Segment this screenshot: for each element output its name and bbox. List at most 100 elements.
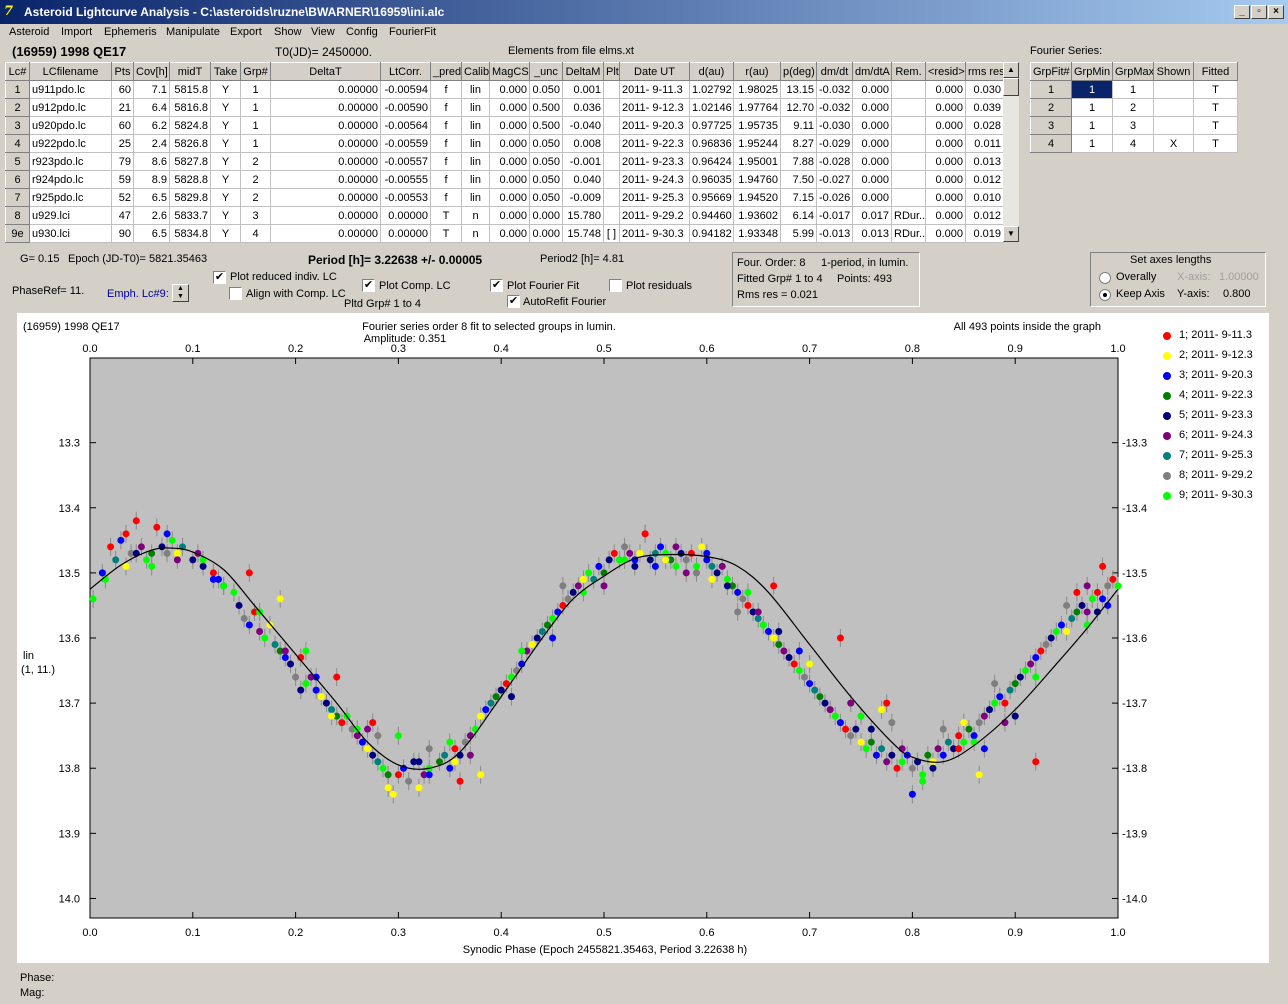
lc-cell[interactable]: lin <box>461 152 490 171</box>
align-checkbox[interactable] <box>229 287 242 300</box>
lc-table-row[interactable]: 4 u922pdo.lc 25 2.4 5826.8 Y 1 0.00000 -0.00559 f… <box>5 134 1004 153</box>
lc-cell[interactable]: Y <box>210 188 241 207</box>
lc-cell[interactable]: u930.lci <box>29 224 112 243</box>
lc-cell[interactable]: 1.95001 <box>733 152 781 171</box>
lc-cell[interactable]: 1.93602 <box>733 206 781 225</box>
lc-cell[interactable]: 0.050 <box>529 152 563 171</box>
lc-cell[interactable] <box>891 170 926 189</box>
menu-show[interactable]: Show <box>274 26 302 38</box>
lc-cell[interactable]: 0.050 <box>529 188 563 207</box>
lc-cell[interactable]: 0.00000 <box>380 206 431 225</box>
lc-col-header[interactable]: Pts <box>111 62 134 81</box>
lc-col-header[interactable]: Plt <box>603 62 620 81</box>
lc-cell[interactable]: Y <box>210 152 241 171</box>
lc-cell[interactable]: 0.00000 <box>270 170 381 189</box>
lc-cell[interactable]: 2.4 <box>133 134 170 153</box>
menu-config[interactable]: Config <box>346 26 378 38</box>
lc-table-row[interactable]: 2 u912pdo.lc 21 6.4 5816.8 Y 1 0.00000 -0.00590 f… <box>5 98 1004 117</box>
lc-row-header[interactable]: 4 <box>5 134 30 153</box>
lc-cell[interactable]: 2 <box>240 152 271 171</box>
lc-cell[interactable]: Y <box>210 134 241 153</box>
lc-cell[interactable]: 0.00000 <box>270 188 381 207</box>
lc-cell[interactable]: f <box>430 80 462 99</box>
lc-cell[interactable]: 0.96035 <box>689 170 734 189</box>
lc-cell[interactable] <box>603 206 620 225</box>
lc-col-header[interactable]: MagCS <box>489 62 530 81</box>
lc-cell[interactable]: 2011- 9-11.3 <box>619 80 690 99</box>
lc-col-header[interactable]: dm/dt <box>816 62 853 81</box>
lc-cell[interactable] <box>603 116 620 135</box>
lc-cell[interactable]: f <box>430 98 462 117</box>
lc-cell[interactable]: 0.008 <box>562 134 604 153</box>
lc-cell[interactable]: 0.000 <box>489 116 530 135</box>
lc-cell[interactable]: T <box>430 206 462 225</box>
lc-cell[interactable]: 0.95669 <box>689 188 734 207</box>
lc-cell[interactable] <box>891 134 926 153</box>
lc-cell[interactable]: 2011- 9-20.3 <box>619 116 690 135</box>
lc-cell[interactable]: 0.000 <box>489 206 530 225</box>
lc-cell[interactable]: 0.000 <box>489 80 530 99</box>
fs-row-header[interactable]: 2 <box>1030 98 1072 117</box>
lc-cell[interactable]: 0.030 <box>965 80 1004 99</box>
lc-cell[interactable]: 25 <box>111 134 134 153</box>
lc-cell[interactable]: 2 <box>240 170 271 189</box>
lc-cell[interactable]: 0.017 <box>852 206 892 225</box>
lc-table-row[interactable]: 1 u911pdo.lc 60 7.1 5815.8 Y 1 0.00000 -0.00594 f… <box>5 80 1004 99</box>
lc-cell[interactable]: 0.97725 <box>689 116 734 135</box>
lc-table-row[interactable]: 5 r923pdo.lc 79 8.6 5827.8 Y 2 0.00000 -0.00557 f… <box>5 152 1004 171</box>
lc-cell[interactable]: 13.15 <box>780 80 817 99</box>
fs-col-header[interactable]: GrpFit# <box>1030 62 1072 81</box>
lc-col-header[interactable]: LtCorr. <box>380 62 431 81</box>
lc-cell[interactable]: 2011- 9-24.3 <box>619 170 690 189</box>
lc-cell[interactable]: 0.00000 <box>380 224 431 243</box>
lc-cell[interactable]: 1 <box>240 134 271 153</box>
lc-table-row[interactable]: 8 u929.lci 47 2.6 5833.7 Y 3 0.00000 0.00000 Tn 0.… <box>5 206 1004 225</box>
lc-cell[interactable]: f <box>430 152 462 171</box>
lc-cell[interactable]: 0.000 <box>852 170 892 189</box>
menu-export[interactable]: Export <box>230 26 262 38</box>
lc-cell[interactable]: 0.013 <box>965 152 1004 171</box>
lc-cell[interactable]: lin <box>461 98 490 117</box>
lc-cell[interactable]: 1.94760 <box>733 170 781 189</box>
lc-cell[interactable]: 5833.7 <box>169 206 211 225</box>
lc-cell[interactable]: 0.013 <box>852 224 892 243</box>
lc-row-header[interactable]: 6 <box>5 170 30 189</box>
lc-col-header[interactable]: _unc <box>529 62 563 81</box>
lc-cell[interactable]: 0.050 <box>529 80 563 99</box>
lc-col-header[interactable]: DeltaM <box>562 62 604 81</box>
lc-cell[interactable]: 0.000 <box>852 188 892 207</box>
lc-cell[interactable]: 15.780 <box>562 206 604 225</box>
lc-cell[interactable] <box>891 80 926 99</box>
lc-cell[interactable]: 6.5 <box>133 224 170 243</box>
lc-cell[interactable]: 2.6 <box>133 206 170 225</box>
fs-row-header[interactable]: 3 <box>1030 116 1072 135</box>
lc-cell[interactable]: 1.94520 <box>733 188 781 207</box>
lc-cell[interactable]: RDur... <box>891 224 926 243</box>
lc-cell[interactable]: f <box>430 170 462 189</box>
lc-cell[interactable]: 5826.8 <box>169 134 211 153</box>
lc-cell[interactable]: r925pdo.lc <box>29 188 112 207</box>
fs-col-header[interactable]: GrpMax <box>1112 62 1154 81</box>
lc-cell[interactable]: u920pdo.lc <box>29 116 112 135</box>
lc-col-header[interactable]: p(deg) <box>780 62 817 81</box>
lc-col-header[interactable]: LCfilename <box>29 62 112 81</box>
lc-cell[interactable]: -0.00590 <box>380 98 431 117</box>
lc-cell[interactable]: 0.000 <box>925 170 966 189</box>
lc-cell[interactable]: 4 <box>240 224 271 243</box>
lc-cell[interactable]: 5834.8 <box>169 224 211 243</box>
lc-col-header[interactable]: rms res <box>965 62 1004 81</box>
lc-cell[interactable]: 0.00000 <box>270 80 381 99</box>
lc-cell[interactable]: 0.94182 <box>689 224 734 243</box>
minimize-button[interactable]: _ <box>1234 5 1250 19</box>
fs-cell[interactable]: 1 <box>1071 98 1113 117</box>
lc-cell[interactable]: 6.5 <box>133 188 170 207</box>
lc-cell[interactable]: 6.14 <box>780 206 817 225</box>
lc-cell[interactable]: 5827.8 <box>169 152 211 171</box>
lc-cell[interactable]: 0.96424 <box>689 152 734 171</box>
lc-cell[interactable]: -0.017 <box>816 206 853 225</box>
lc-cell[interactable]: -0.013 <box>816 224 853 243</box>
lc-cell[interactable]: 0.000 <box>529 224 563 243</box>
lc-cell[interactable] <box>891 98 926 117</box>
lc-row-header[interactable]: 3 <box>5 116 30 135</box>
lc-cell[interactable]: 0.000 <box>925 80 966 99</box>
